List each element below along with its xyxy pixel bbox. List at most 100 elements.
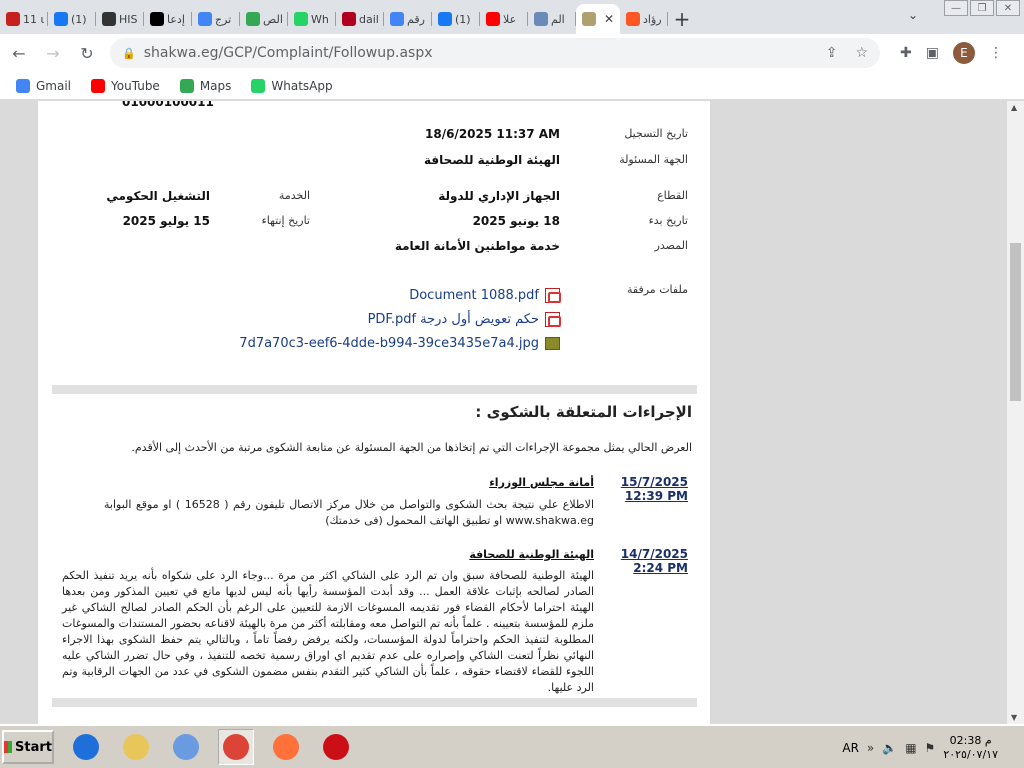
media-player-icon[interactable]	[168, 729, 204, 765]
section-divider	[52, 698, 697, 707]
clock[interactable]: 02:38 م ٢٠٢٥/٠٧/١٧	[943, 734, 1024, 762]
attachment-link-1[interactable]: Document 1088.pdf	[409, 288, 561, 303]
bookmark-label: YouTube	[111, 78, 160, 93]
extensions-icon[interactable]: ✚	[900, 45, 912, 61]
google-icon	[390, 12, 404, 26]
browser-tab[interactable]: علا	[480, 4, 528, 34]
taskbar: Start AR » 🔈 ▦ ⚑ 02:38 م ٢٠٢٥/٠٧/١٧	[0, 724, 1024, 768]
sector-label: القطاع	[657, 189, 688, 202]
url-text: shakwa.eg/GCP/Complaint/Followup.aspx	[143, 45, 433, 61]
browser-tab[interactable]: 11 ι	[0, 4, 48, 34]
shakwa-icon	[582, 12, 596, 26]
tab-title: إدعا	[167, 12, 185, 26]
bookmark-gmail[interactable]: Gmail	[16, 78, 71, 93]
side-panel-icon[interactable]: ▣	[926, 45, 939, 61]
tab-search-chevron-icon[interactable]: ⌄	[908, 8, 918, 22]
blogger-icon	[626, 12, 640, 26]
gmail-icon	[6, 12, 20, 26]
chrome-icon[interactable]	[218, 729, 254, 765]
actions-intro-text: العرض الحالي يمثل مجموعة الإجراءات التي …	[131, 441, 692, 454]
browser-tab[interactable]: HIS	[96, 4, 144, 34]
share-icon[interactable]: ⇪	[826, 45, 838, 61]
tab-title: الم	[551, 12, 565, 26]
close-window-button[interactable]: ✕	[996, 0, 1020, 16]
bookmark-star-icon[interactable]: ☆	[855, 45, 868, 61]
actions-section-title: الإجراءات المتعلقة بالشكوى :	[475, 403, 692, 421]
minimize-window-button[interactable]: —	[944, 0, 968, 16]
browser-toolbar: ← → ↻ 🔒 shakwa.eg/GCP/Complaint/Followup…	[0, 34, 1024, 72]
language-indicator[interactable]: AR	[842, 741, 859, 755]
folder-icon[interactable]	[118, 729, 154, 765]
chrome-glyph	[223, 734, 249, 760]
attachment-link-3[interactable]: 7d7a70c3-eef6-4dde-b994-39ce3435e7a4.jpg	[239, 336, 560, 351]
maps-icon	[179, 78, 194, 93]
registration-date-value: 18/6/2025 11:37 AM	[425, 127, 560, 141]
windows-logo-icon	[4, 741, 13, 753]
tab-title: (1)	[71, 12, 87, 26]
drive-icon	[246, 12, 260, 26]
page-scrollbar[interactable]: ▲ ▼	[1007, 101, 1024, 724]
reload-button[interactable]: ↻	[72, 38, 102, 68]
attachment-name: Document 1088.pdf	[409, 288, 539, 303]
tab-title: رقم	[407, 12, 425, 26]
bookmark-whatsapp[interactable]: WhatsApp	[251, 78, 333, 93]
tray-expand-icon[interactable]: »	[867, 741, 874, 755]
back-button[interactable]: ←	[4, 38, 34, 68]
back-arrow-icon: ←	[12, 43, 26, 63]
bookmark-maps[interactable]: Maps	[179, 78, 231, 93]
browser-tab[interactable]: رؤاد	[620, 4, 668, 34]
volume-icon[interactable]: 🔈	[882, 741, 897, 755]
action-text: الاطلاع علي نتيجة بحث الشكوى والتواصل من…	[104, 498, 594, 527]
opera-glyph	[323, 734, 349, 760]
browser-tab[interactable]: رقم	[384, 4, 432, 34]
action-date-time: 12:39 PM	[624, 489, 688, 503]
sector-value: الجهاز الإداري للدولة	[438, 189, 560, 203]
image-file-icon	[545, 337, 560, 350]
media-player-glyph	[173, 734, 199, 760]
start-button[interactable]: Start	[2, 730, 54, 764]
google-icon	[16, 78, 30, 93]
action-org: أمانة مجلس الوزراء	[489, 476, 594, 489]
bookmark-youtube[interactable]: YouTube	[91, 78, 160, 93]
whatsapp-icon	[251, 78, 266, 93]
attachments-label: ملفات مرفقة	[627, 283, 688, 296]
restore-window-button[interactable]: ❐	[970, 0, 994, 16]
action-date-day: 15/7/2025	[620, 475, 688, 489]
translate-icon	[198, 12, 212, 26]
start-date-value: 18 يونيو 2025	[472, 214, 560, 228]
tab-title: علا	[503, 12, 517, 26]
attachment-link-2[interactable]: حكم تعويض أول درجة PDF.pdf	[368, 312, 561, 327]
start-date-label: تاريخ بدء	[648, 214, 688, 227]
browser-tab[interactable]: الص	[240, 4, 288, 34]
scroll-up-arrow-icon[interactable]: ▲	[1011, 103, 1017, 112]
browser-tab[interactable]: ترج	[192, 4, 240, 34]
new-tab-button[interactable]: +	[668, 4, 696, 34]
address-bar[interactable]: 🔒 shakwa.eg/GCP/Complaint/Followup.aspx …	[110, 38, 880, 68]
cut-off-value: 01000100011	[122, 101, 214, 109]
tab-title: Wh	[311, 12, 329, 26]
browser-tab[interactable]: (1)	[432, 4, 480, 34]
scrollbar-thumb[interactable]	[1010, 243, 1021, 401]
pdf-icon	[545, 312, 561, 327]
flag-icon[interactable]: ⚑	[925, 741, 936, 755]
pdf-icon	[545, 288, 561, 303]
forward-button[interactable]: →	[38, 38, 68, 68]
youtube-icon	[486, 12, 500, 26]
network-icon[interactable]: ▦	[905, 741, 916, 755]
browser-tab[interactable]: إدعا	[144, 4, 192, 34]
browser-tab[interactable]: dail	[336, 4, 384, 34]
close-tab-icon[interactable]: ✕	[604, 12, 614, 26]
opera-icon[interactable]	[318, 729, 354, 765]
browser-tab[interactable]: (1)	[48, 4, 96, 34]
internet-explorer-icon[interactable]	[68, 729, 104, 765]
scroll-down-arrow-icon[interactable]: ▼	[1011, 713, 1017, 722]
browser-tab[interactable]: Wh	[288, 4, 336, 34]
action-org: الهيئة الوطنية للصحافة	[469, 548, 594, 561]
firefox-icon[interactable]	[268, 729, 304, 765]
browser-tab[interactable]: الم	[528, 4, 576, 34]
start-label: Start	[15, 739, 52, 755]
browser-tab[interactable]: ✕	[576, 4, 620, 34]
menu-kebab-icon[interactable]: ⋮	[989, 45, 1003, 61]
tab-title: (1)	[455, 12, 471, 26]
profile-avatar[interactable]: E	[952, 42, 975, 64]
